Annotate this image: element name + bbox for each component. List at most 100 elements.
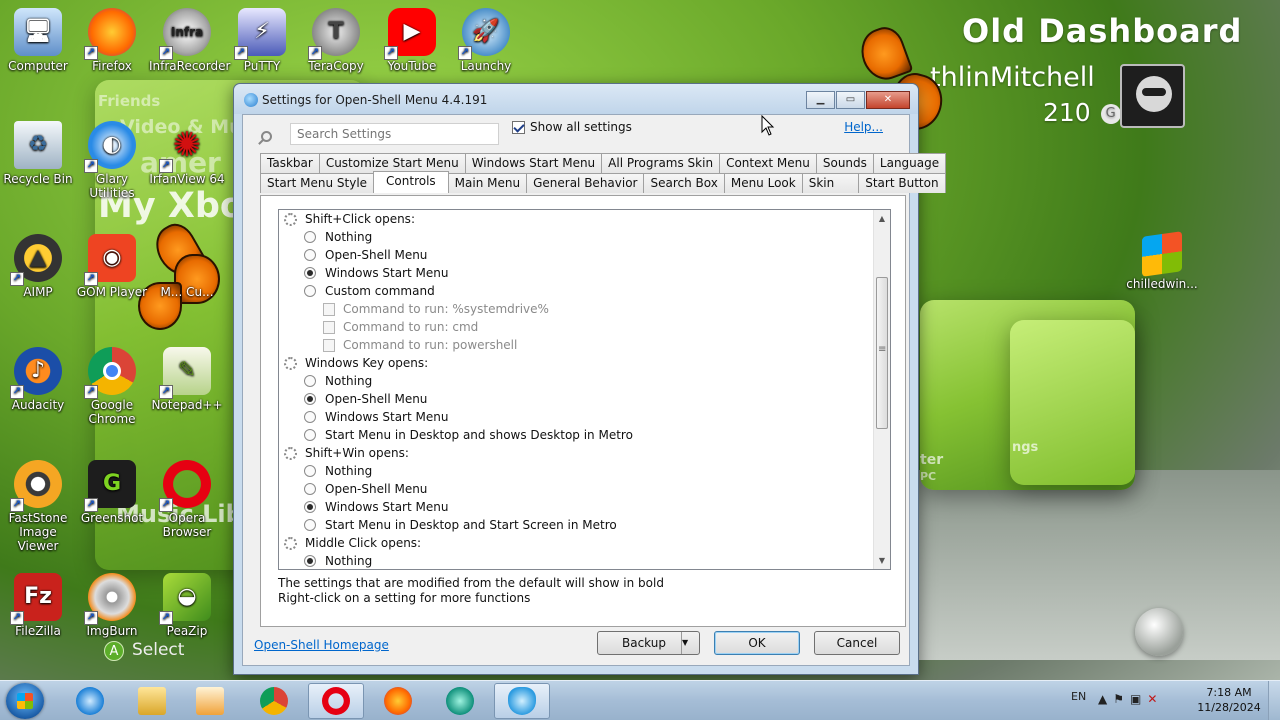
taskbar-app-file-explorer[interactable] [124,683,180,719]
desktop-icon-infrarecorder[interactable]: Infra ↗ InfraRecorder [149,8,230,73]
tree-command-option[interactable]: Command to run: cmd [279,318,890,336]
media-player-icon [196,687,224,715]
clock[interactable]: 7:18 AM 11/28/2024 [1196,685,1262,715]
tab-main-menu[interactable]: Main Menu [447,173,528,193]
tab-start-button[interactable]: Start Button [858,173,946,193]
tree-radio-option[interactable]: Custom command [279,282,890,300]
desktop-icon-teracopy[interactable]: T ↗ TeraCopy [298,8,374,73]
scroll-down-arrow-icon[interactable]: ▼ [874,552,890,569]
tree-command-option[interactable]: Command to run: %systemdrive% [279,300,890,318]
tree-item-label: Windows Key opens: [305,356,429,370]
desktop-icon-label: Launchy [460,59,512,73]
tree-radio-option[interactable]: Open-Shell Menu [279,390,890,408]
show-all-settings[interactable]: Show all settings [512,120,632,134]
close-button[interactable]: ✕ [866,91,910,109]
show-all-checkbox[interactable] [512,120,525,134]
desktop-icon-recycle-bin[interactable]: ♻ Recycle Bin [0,121,76,186]
desktop-icon-peazip[interactable]: ◒ ↗ PeaZip [149,573,225,638]
taskbar-app-opera[interactable] [308,683,364,719]
desktop-icon-firefox[interactable]: ↗ Firefox [74,8,150,73]
flag-icon[interactable]: ⚑ [1113,692,1124,706]
tree-radio-option[interactable]: Windows Start Menu [279,264,890,282]
taskbar-app-teal[interactable] [432,683,488,719]
tab-start-menu-style[interactable]: Start Menu Style [260,173,375,193]
desktop-icon-google-chrome[interactable]: ↗ Google Chrome [74,347,150,426]
desktop-icon-youtube[interactable]: ▶ ↗ YouTube [374,8,450,73]
desktop-icon-opera[interactable]: ↗ Opera Browser [149,460,225,539]
desktop-icon-gom-player[interactable]: ◉ ↗ GOM Player [74,234,150,299]
maximize-button[interactable]: ▭ [836,91,865,109]
tree-group[interactable]: Middle Click opens: [279,534,890,552]
desktop-icon-filezilla[interactable]: Fz ↗ FileZilla [0,573,76,638]
network-icon[interactable]: ▣ [1130,692,1141,706]
desktop-icon-aimp[interactable]: ▲ ↗ AIMP [0,234,76,299]
dropdown-arrow-icon[interactable]: ▼ [681,632,699,654]
desktop-icon-putty[interactable]: ⚡ ↗ PuTTY [224,8,300,73]
tree-command-option[interactable]: Command to run: powershell [279,336,890,354]
search-input[interactable] [290,123,499,145]
tree-item-label: Open-Shell Menu [325,482,428,496]
help-link[interactable]: Help... [844,120,883,134]
tree-radio-option[interactable]: Nothing [279,552,890,569]
tab-customize-start-menu[interactable]: Customize Start Menu [318,153,466,173]
tab-context-menu[interactable]: Context Menu [719,153,817,173]
backup-button[interactable]: Backup ▼ [597,631,700,655]
desktop-icon-notepad-plus-plus[interactable]: ✎ ↗ Notepad++ [149,347,225,412]
open-shell-homepage-link[interactable]: Open-Shell Homepage [254,638,389,652]
desktop-icon-audacity[interactable]: ♪ ↗ Audacity [0,347,76,412]
desktop-icon-faststone[interactable]: ↗ FastStone Image Viewer [0,460,76,553]
scroll-up-arrow-icon[interactable]: ▲ [874,210,890,227]
desktop-icon-imgburn[interactable]: ↗ ImgBurn [74,573,150,638]
desktop-icon-chilledwin[interactable]: chilledwin... [1124,231,1200,291]
tree-radio-option[interactable]: Start Menu in Desktop and shows Desktop … [279,426,890,444]
tree-radio-option[interactable]: Nothing [279,462,890,480]
tab-search-box[interactable]: Search Box [643,173,725,193]
language-indicator[interactable]: EN [1071,690,1086,703]
tree-radio-option[interactable]: Windows Start Menu [279,408,890,426]
tab-controls[interactable]: Controls [373,171,449,193]
desktop-icon-computer[interactable]: 🖥 Computer [0,8,76,73]
tree-radio-option[interactable]: Open-Shell Menu [279,480,890,498]
tab-language[interactable]: Language [872,153,947,173]
scroll-thumb[interactable] [876,277,888,429]
vertical-scrollbar[interactable]: ▲ ▼ [873,210,890,569]
filezilla-icon: Fz ↗ [10,573,62,625]
tree-group[interactable]: Windows Key opens: [279,354,890,372]
clock-time: 7:18 AM [1206,686,1252,699]
controls-tab-page: Shift+Click opens: Nothing Open-Shell Menu… [260,195,906,627]
tree-item-label: Windows Start Menu [325,500,449,514]
taskbar-app-firefox[interactable] [370,683,426,719]
minimize-button[interactable]: ▁ [806,91,835,109]
tree-radio-option[interactable]: Windows Start Menu [279,498,890,516]
tree-radio-option[interactable]: Nothing [279,372,890,390]
desktop-icon-glary-utilities[interactable]: ◐ ↗ Glary Utilities [74,121,150,200]
tree-radio-option[interactable]: Open-Shell Menu [279,246,890,264]
volume-muted-icon[interactable]: ✕ [1147,692,1157,706]
tab-skin[interactable]: Skin [801,173,860,193]
cancel-button[interactable]: Cancel [814,631,900,655]
tab-taskbar[interactable]: Taskbar [260,153,320,173]
tree-radio-option[interactable]: Start Menu in Desktop and Start Screen i… [279,516,890,534]
tree-group[interactable]: Shift+Click opens: [279,210,890,228]
tray-expand-icon[interactable]: ▲ [1098,692,1107,706]
taskbar-app-open-shell-settings[interactable] [494,683,550,719]
desktop-icon-greenshot[interactable]: G ↗ Greenshot [74,460,150,525]
taskbar-app-media-player[interactable] [182,683,238,719]
taskbar-app-internet-explorer[interactable] [62,683,118,719]
tree-radio-option[interactable]: Nothing [279,228,890,246]
tab-sounds[interactable]: Sounds [815,153,874,173]
tab-all-programs-skin[interactable]: All Programs Skin [601,153,721,173]
tree-item-label: Windows Start Menu [325,410,449,424]
title-bar[interactable]: Settings for Open-Shell Menu 4.4.191 ▁ ▭… [234,84,918,114]
start-button[interactable] [6,683,44,719]
ok-button[interactable]: OK [714,631,800,655]
desktop-icon-media[interactable]: M... Cu... [149,234,225,299]
tab-menu-look[interactable]: Menu Look [723,173,803,193]
tab-general-behavior[interactable]: General Behavior [526,173,645,193]
desktop-icon-launchy[interactable]: 🚀 ↗ Launchy [448,8,524,73]
tree-group[interactable]: Shift+Win opens: [279,444,890,462]
show-desktop-button[interactable] [1268,681,1280,720]
taskbar-app-chrome[interactable] [246,683,302,719]
desktop-icon-irfanview[interactable]: ✺ ↗ IrfanView 64 [149,121,225,186]
tab-windows-start-menu[interactable]: Windows Start Menu [464,153,603,173]
